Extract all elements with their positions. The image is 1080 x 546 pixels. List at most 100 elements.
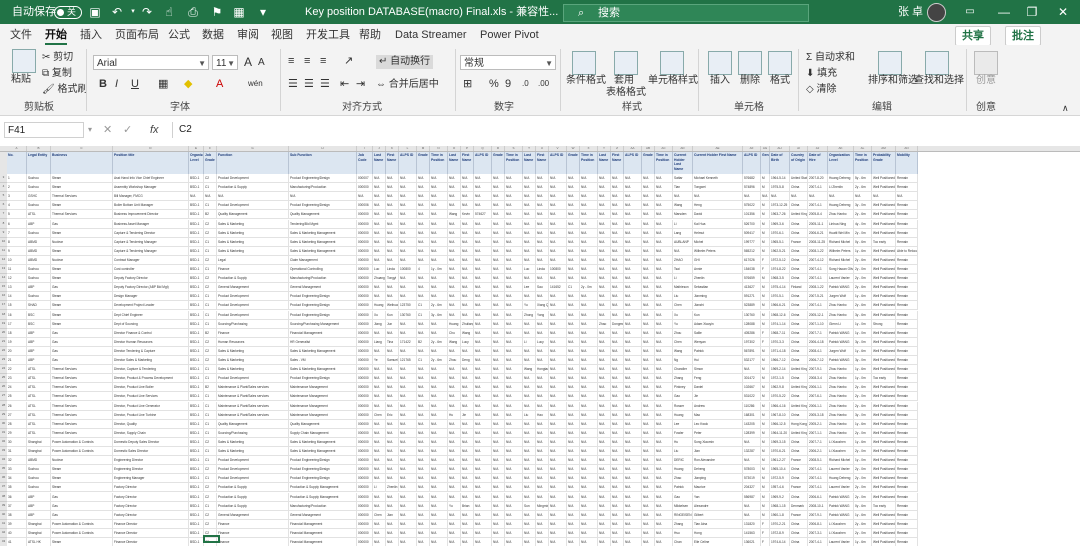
tab-help[interactable]: 帮助 xyxy=(359,27,381,43)
table-cell[interactable]: N/A xyxy=(624,219,642,229)
table-cell[interactable]: N/A xyxy=(399,538,417,546)
table-cell[interactable]: Suzhou xyxy=(27,465,51,475)
row-header[interactable]: 22 xyxy=(0,347,7,356)
table-cell[interactable]: N/A xyxy=(386,210,399,220)
table-cell[interactable]: Financial Management xyxy=(289,528,357,538)
table-cell[interactable]: N/A xyxy=(417,346,430,356)
table-cell[interactable]: N/A xyxy=(611,519,624,529)
table-cell[interactable]: Director Tendering & Capture xyxy=(113,346,189,356)
table-cell[interactable]: B2 xyxy=(417,337,430,347)
table-cell[interactable]: C1 xyxy=(204,265,217,275)
font-color-icon[interactable]: A xyxy=(216,78,223,90)
table-cell[interactable]: N/A xyxy=(474,301,492,311)
table-cell[interactable]: Kai Hua xyxy=(693,219,743,229)
table-cell[interactable]: 11 xyxy=(7,265,27,275)
table-cell[interactable]: N/A xyxy=(461,383,474,393)
table-cell[interactable]: Well Positioned xyxy=(872,365,896,375)
table-cell[interactable]: N/A xyxy=(505,374,523,384)
table-cell[interactable]: N/A xyxy=(624,228,642,238)
table-cell[interactable]: Sattar xyxy=(673,174,693,184)
table-cell[interactable]: N/A xyxy=(417,183,430,193)
table-cell[interactable]: France xyxy=(790,510,808,520)
table-cell[interactable]: N/A xyxy=(655,492,673,502)
table-cell[interactable]: Product Engineering/Design xyxy=(289,474,357,484)
table-cell[interactable]: BSD-1 xyxy=(189,447,204,457)
table-cell[interactable]: N/A xyxy=(373,492,386,502)
table-cell[interactable]: N/A xyxy=(492,428,505,438)
ribbon-display-icon[interactable]: ▭ xyxy=(953,0,987,24)
table-cell[interactable]: 132287 xyxy=(743,447,761,457)
table-cell[interactable]: 000000 xyxy=(357,210,373,220)
table-cell[interactable]: N/A xyxy=(492,538,505,546)
table-cell[interactable]: N/A xyxy=(549,192,567,202)
table-cell[interactable]: Jian xyxy=(386,510,399,520)
cell-styles-button[interactable]: 单元格样式 xyxy=(648,75,698,87)
table-cell[interactable]: 000000 xyxy=(357,383,373,393)
table-cell[interactable]: N/A xyxy=(492,419,505,429)
table-cell[interactable]: N/A xyxy=(399,283,417,293)
table-cell[interactable]: N/A xyxy=(624,328,642,338)
align-left-icon[interactable]: ☰ xyxy=(288,78,298,90)
table-cell[interactable]: Sales - VM xyxy=(289,356,357,366)
table-cell[interactable]: N/A xyxy=(505,228,523,238)
table-cell[interactable]: Production & Supply Management xyxy=(289,483,357,493)
name-box-dropdown-icon[interactable]: ▾ xyxy=(88,124,92,136)
table-cell[interactable]: Remain xyxy=(896,519,918,529)
table-cell[interactable]: Factory Director xyxy=(113,492,189,502)
table-cell[interactable]: C1 xyxy=(204,474,217,484)
table-cell[interactable]: N/A xyxy=(624,374,642,384)
table-cell[interactable]: Mathieson xyxy=(673,283,693,293)
table-cell[interactable]: N/A xyxy=(474,437,492,447)
table-cell[interactable]: Thermal Services xyxy=(51,428,113,438)
table-cell[interactable]: N/A xyxy=(474,510,492,520)
table-cell[interactable]: N/A xyxy=(448,292,461,302)
table-cell[interactable]: N/A xyxy=(373,365,386,375)
table-cell[interactable]: Hong xyxy=(693,528,743,538)
flag-icon[interactable]: ⚑ xyxy=(210,5,224,19)
table-cell[interactable]: Well Positioned xyxy=(872,419,896,429)
table-cell[interactable]: N/A xyxy=(417,292,430,302)
header-cell[interactable]: Gender xyxy=(761,152,770,174)
table-cell[interactable]: 000000 xyxy=(357,219,373,229)
table-cell[interactable]: N/A xyxy=(536,183,549,193)
table-cell[interactable]: 204327 xyxy=(743,483,761,493)
table-cell[interactable]: 40 xyxy=(7,528,27,538)
column-header[interactable]: AL xyxy=(854,146,872,151)
table-cell[interactable]: Suzhou xyxy=(27,274,51,284)
table-cell[interactable]: Well Positioned xyxy=(872,274,896,284)
table-cell[interactable]: N/A xyxy=(655,301,673,311)
table-cell[interactable]: Li xyxy=(673,219,693,229)
row-header[interactable]: 19 xyxy=(0,320,7,329)
table-cell[interactable]: N/A xyxy=(567,383,580,393)
table-cell[interactable]: BSD-1 xyxy=(189,456,204,466)
table-cell[interactable]: 33 xyxy=(7,465,27,475)
table-cell[interactable]: N/A xyxy=(448,392,461,402)
table-cell[interactable]: N/A xyxy=(505,301,523,311)
table-cell[interactable]: N/A xyxy=(580,346,598,356)
table-cell[interactable]: Remain xyxy=(896,356,918,366)
table-cell[interactable]: Remain xyxy=(896,283,918,293)
table-cell[interactable]: N/A xyxy=(642,210,655,220)
table-cell[interactable]: N/A xyxy=(373,465,386,475)
table-cell[interactable]: C1 xyxy=(417,301,430,311)
table-cell[interactable]: Luo xyxy=(373,265,386,275)
table-cell[interactable]: N/A xyxy=(611,437,624,447)
table-cell[interactable]: 34 xyxy=(7,474,27,484)
table-cell[interactable]: 000000 xyxy=(357,447,373,457)
table-cell[interactable]: Contract Manager xyxy=(113,255,189,265)
table-cell[interactable]: BSD-1 xyxy=(189,410,204,420)
table-cell[interactable]: N/A xyxy=(386,428,399,438)
table-cell[interactable]: Kun xyxy=(386,310,399,320)
table-cell[interactable]: N/A xyxy=(373,419,386,429)
table-cell[interactable]: N/A xyxy=(430,237,448,247)
table-cell[interactable]: N/A xyxy=(624,183,642,193)
table-cell[interactable]: N/A xyxy=(549,519,567,529)
table-cell[interactable]: 556987 xyxy=(743,492,761,502)
table-cell[interactable]: C1 xyxy=(204,401,217,411)
table-cell[interactable]: Maintenance Management xyxy=(289,383,357,393)
borders-icon[interactable]: ▦ xyxy=(158,78,168,90)
table-cell[interactable]: China xyxy=(790,310,808,320)
table-cell[interactable]: 576682 xyxy=(743,174,761,184)
table-cell[interactable]: Hsu xyxy=(673,528,693,538)
table-cell[interactable]: Remain xyxy=(896,447,918,457)
